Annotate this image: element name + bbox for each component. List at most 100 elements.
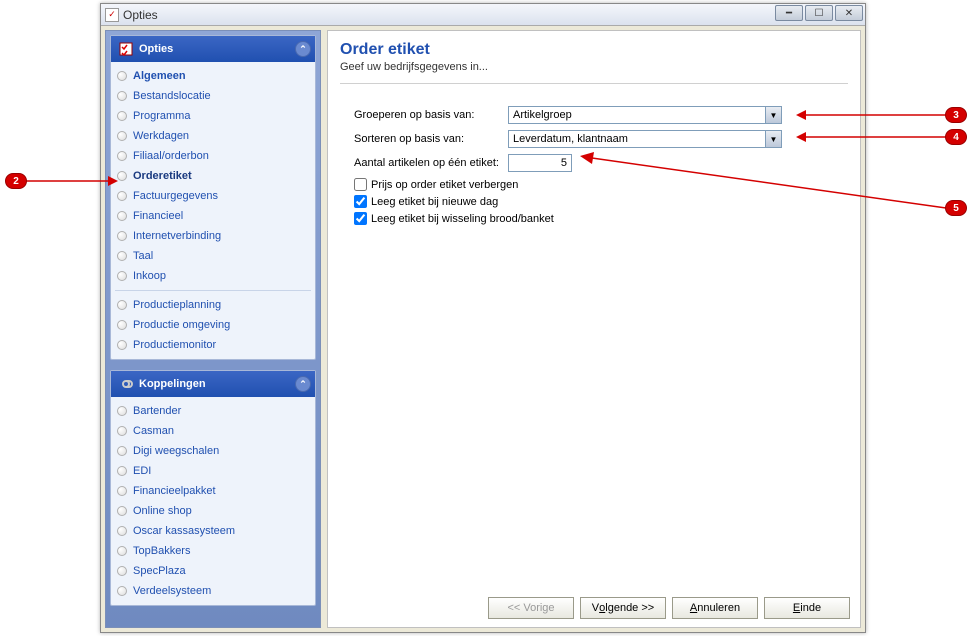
dropdown-sort-by[interactable]: Leverdatum, klantnaam ▼ bbox=[508, 130, 782, 148]
check-empty-switch[interactable]: Leeg etiket bij wisseling brood/banket bbox=[354, 212, 848, 225]
collapse-icon[interactable]: ⌃ bbox=[295, 376, 311, 392]
sidebar-item-label: Productiemonitor bbox=[133, 337, 216, 353]
sidebar-item-label: Taal bbox=[133, 248, 153, 264]
maximize-button[interactable]: ☐ bbox=[805, 5, 833, 21]
sidebar-item-label: Financieelpakket bbox=[133, 483, 216, 499]
sidebar-item-label: SpecPlaza bbox=[133, 563, 186, 579]
sidebar-item[interactable]: Taal bbox=[113, 246, 313, 266]
check-label: Leeg etiket bij wisseling brood/banket bbox=[371, 213, 554, 225]
titlebar: ✓ Opties ━ ☐ ✕ bbox=[101, 4, 865, 26]
bullet-icon bbox=[117, 151, 127, 161]
sidebar-item[interactable]: Orderetiket bbox=[113, 166, 313, 186]
bullet-icon bbox=[117, 211, 127, 221]
panel-body-opties: Algemeen Bestandslocatie ProgrammaWerkdage… bbox=[111, 62, 315, 359]
sidebar-item-label: Factuurgegevens bbox=[133, 188, 218, 204]
sidebar-item[interactable]: Factuurgegevens bbox=[113, 186, 313, 206]
bullet-icon bbox=[117, 71, 127, 81]
bullet-icon bbox=[117, 131, 127, 141]
options-window: ✓ Opties ━ ☐ ✕ Opties ⌃ Algemeen Bestands… bbox=[100, 3, 866, 633]
sidebar-item[interactable]: Casman bbox=[113, 421, 313, 441]
sidebar-item-label: TopBakkers bbox=[133, 543, 190, 559]
dropdown-value: Leverdatum, klantnaam bbox=[509, 133, 765, 145]
sidebar-item[interactable]: Filiaal/orderbon bbox=[113, 146, 313, 166]
sidebar-item-label: Inkoop bbox=[133, 268, 166, 284]
sidebar-item[interactable]: SpecPlaza bbox=[113, 561, 313, 581]
bullet-icon bbox=[117, 586, 127, 596]
check-empty-new-day[interactable]: Leeg etiket bij nieuwe dag bbox=[354, 195, 848, 208]
bullet-icon bbox=[117, 466, 127, 476]
chevron-down-icon: ▼ bbox=[765, 107, 781, 123]
panel-koppelingen: Koppelingen ⌃ Bartender Casman Digi weegsc… bbox=[110, 370, 316, 606]
form-area: Groeperen op basis van: Artikelgroep ▼ S… bbox=[340, 106, 848, 229]
panel-title: Koppelingen bbox=[139, 378, 206, 390]
sidebar-item[interactable]: Productie omgeving bbox=[113, 315, 313, 335]
sidebar-item[interactable]: Digi weegschalen bbox=[113, 441, 313, 461]
page-subtitle: Geef uw bedrijfsgegevens in... bbox=[340, 61, 848, 73]
sidebar-item[interactable]: TopBakkers bbox=[113, 541, 313, 561]
sidebar-item[interactable]: Verdeelsysteem bbox=[113, 581, 313, 601]
end-button[interactable]: Einde bbox=[764, 597, 850, 619]
sidebar-item[interactable]: EDI bbox=[113, 461, 313, 481]
sidebar: Opties ⌃ Algemeen Bestandslocatie Programm… bbox=[105, 30, 321, 628]
collapse-icon[interactable]: ⌃ bbox=[295, 41, 311, 57]
bullet-icon bbox=[117, 546, 127, 556]
page-title: Order etiket bbox=[340, 41, 848, 59]
callout-4: 4 bbox=[945, 129, 967, 145]
sidebar-item[interactable]: Internetverbinding bbox=[113, 226, 313, 246]
check-label: Leeg etiket bij nieuwe dag bbox=[371, 196, 498, 208]
chevron-down-icon: ▼ bbox=[765, 131, 781, 147]
close-button[interactable]: ✕ bbox=[835, 5, 863, 21]
bullet-icon bbox=[117, 191, 127, 201]
bullet-icon bbox=[117, 446, 127, 456]
sidebar-item[interactable]: Algemeen bbox=[113, 66, 313, 86]
bullet-icon bbox=[117, 506, 127, 516]
bullet-icon bbox=[117, 231, 127, 241]
sidebar-item[interactable]: Financieelpakket bbox=[113, 481, 313, 501]
callout-3: 3 bbox=[945, 107, 967, 123]
panel-header-opties[interactable]: Opties ⌃ bbox=[111, 36, 315, 62]
label-sort-by: Sorteren op basis van: bbox=[354, 133, 508, 145]
input-articles-per-label[interactable] bbox=[508, 154, 572, 172]
divider bbox=[340, 83, 848, 84]
checkbox-empty-switch[interactable] bbox=[354, 212, 367, 225]
sidebar-item-label: Oscar kassasysteem bbox=[133, 523, 235, 539]
sidebar-item[interactable]: Productieplanning bbox=[113, 295, 313, 315]
bullet-icon bbox=[117, 486, 127, 496]
panel-header-koppelingen[interactable]: Koppelingen ⌃ bbox=[111, 371, 315, 397]
sidebar-item[interactable]: Werkdagen bbox=[113, 126, 313, 146]
bullet-icon bbox=[117, 91, 127, 101]
main-content: Order etiket Geef uw bedrijfsgegevens in… bbox=[327, 30, 861, 628]
cancel-button[interactable]: Annuleren bbox=[672, 597, 758, 619]
check-hide-price[interactable]: Prijs op order etiket verbergen bbox=[354, 178, 848, 191]
sidebar-item-label: Orderetiket bbox=[133, 168, 192, 184]
bullet-icon bbox=[117, 526, 127, 536]
sidebar-item[interactable]: Inkoop bbox=[113, 266, 313, 286]
sidebar-item[interactable]: Productiemonitor bbox=[113, 335, 313, 355]
sidebar-item-label: Internetverbinding bbox=[133, 228, 221, 244]
minimize-button[interactable]: ━ bbox=[775, 5, 803, 21]
callout-2: 2 bbox=[5, 173, 27, 189]
bullet-icon bbox=[117, 566, 127, 576]
app-icon: ✓ bbox=[105, 8, 119, 22]
bullet-icon bbox=[117, 271, 127, 281]
sidebar-item-label: Bartender bbox=[133, 403, 181, 419]
dropdown-group-by[interactable]: Artikelgroep ▼ bbox=[508, 106, 782, 124]
next-button[interactable]: Volgende >> bbox=[580, 597, 666, 619]
bullet-icon bbox=[117, 300, 127, 310]
sidebar-item[interactable]: Oscar kassasysteem bbox=[113, 521, 313, 541]
checkbox-empty-new-day[interactable] bbox=[354, 195, 367, 208]
bullet-icon bbox=[117, 111, 127, 121]
checkbox-hide-price[interactable] bbox=[354, 178, 367, 191]
sidebar-item[interactable]: Financieel bbox=[113, 206, 313, 226]
panel-opties: Opties ⌃ Algemeen Bestandslocatie Programm… bbox=[110, 35, 316, 360]
sidebar-item[interactable]: Online shop bbox=[113, 501, 313, 521]
sidebar-item[interactable]: Programma bbox=[113, 106, 313, 126]
nav-separator bbox=[115, 290, 311, 291]
prev-button[interactable]: << Vorige bbox=[488, 597, 574, 619]
sidebar-item-label: Bestandslocatie bbox=[133, 88, 211, 104]
sidebar-item[interactable]: Bestandslocatie bbox=[113, 86, 313, 106]
sidebar-item-label: Productieplanning bbox=[133, 297, 221, 313]
sidebar-item[interactable]: Bartender bbox=[113, 401, 313, 421]
sidebar-item-label: Verdeelsysteem bbox=[133, 583, 211, 599]
sidebar-item-label: Casman bbox=[133, 423, 174, 439]
